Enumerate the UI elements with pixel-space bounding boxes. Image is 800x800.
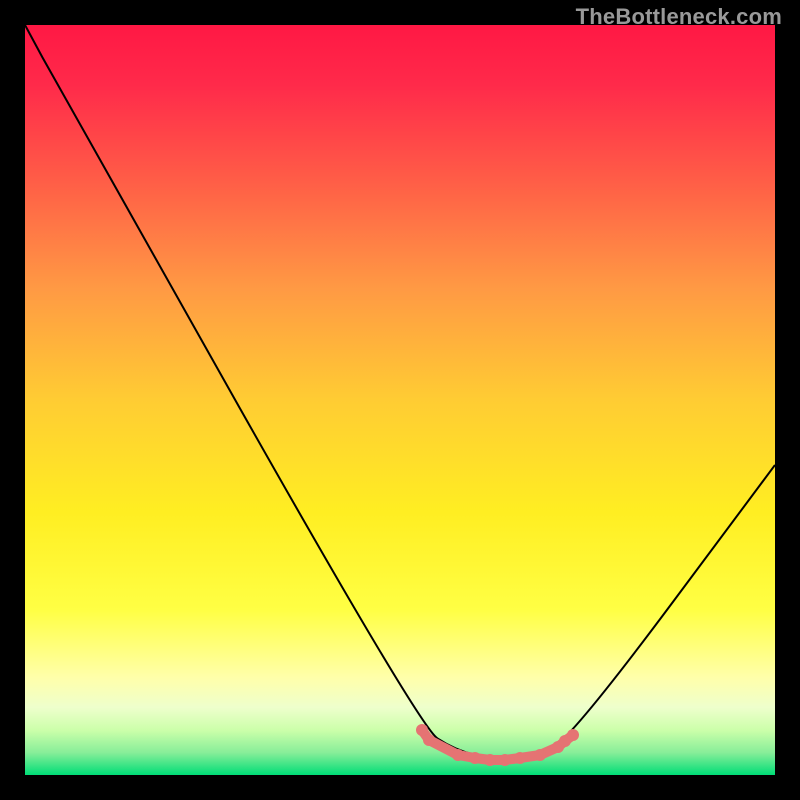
valley-marker-dot bbox=[469, 752, 481, 764]
plot-area bbox=[25, 25, 775, 775]
chart-svg bbox=[25, 25, 775, 775]
watermark-text: TheBottleneck.com bbox=[576, 4, 782, 30]
valley-marker-dot bbox=[452, 749, 464, 761]
valley-marker-dot bbox=[416, 724, 428, 736]
valley-marker-dot bbox=[484, 754, 496, 766]
valley-marker-dot bbox=[514, 752, 526, 764]
valley-marker-dot bbox=[534, 749, 546, 761]
valley-marker-dot bbox=[423, 734, 435, 746]
valley-marker-dot bbox=[499, 754, 511, 766]
chart-container: TheBottleneck.com bbox=[0, 0, 800, 800]
valley-marker-dot bbox=[567, 729, 579, 741]
gradient-background bbox=[25, 25, 775, 775]
